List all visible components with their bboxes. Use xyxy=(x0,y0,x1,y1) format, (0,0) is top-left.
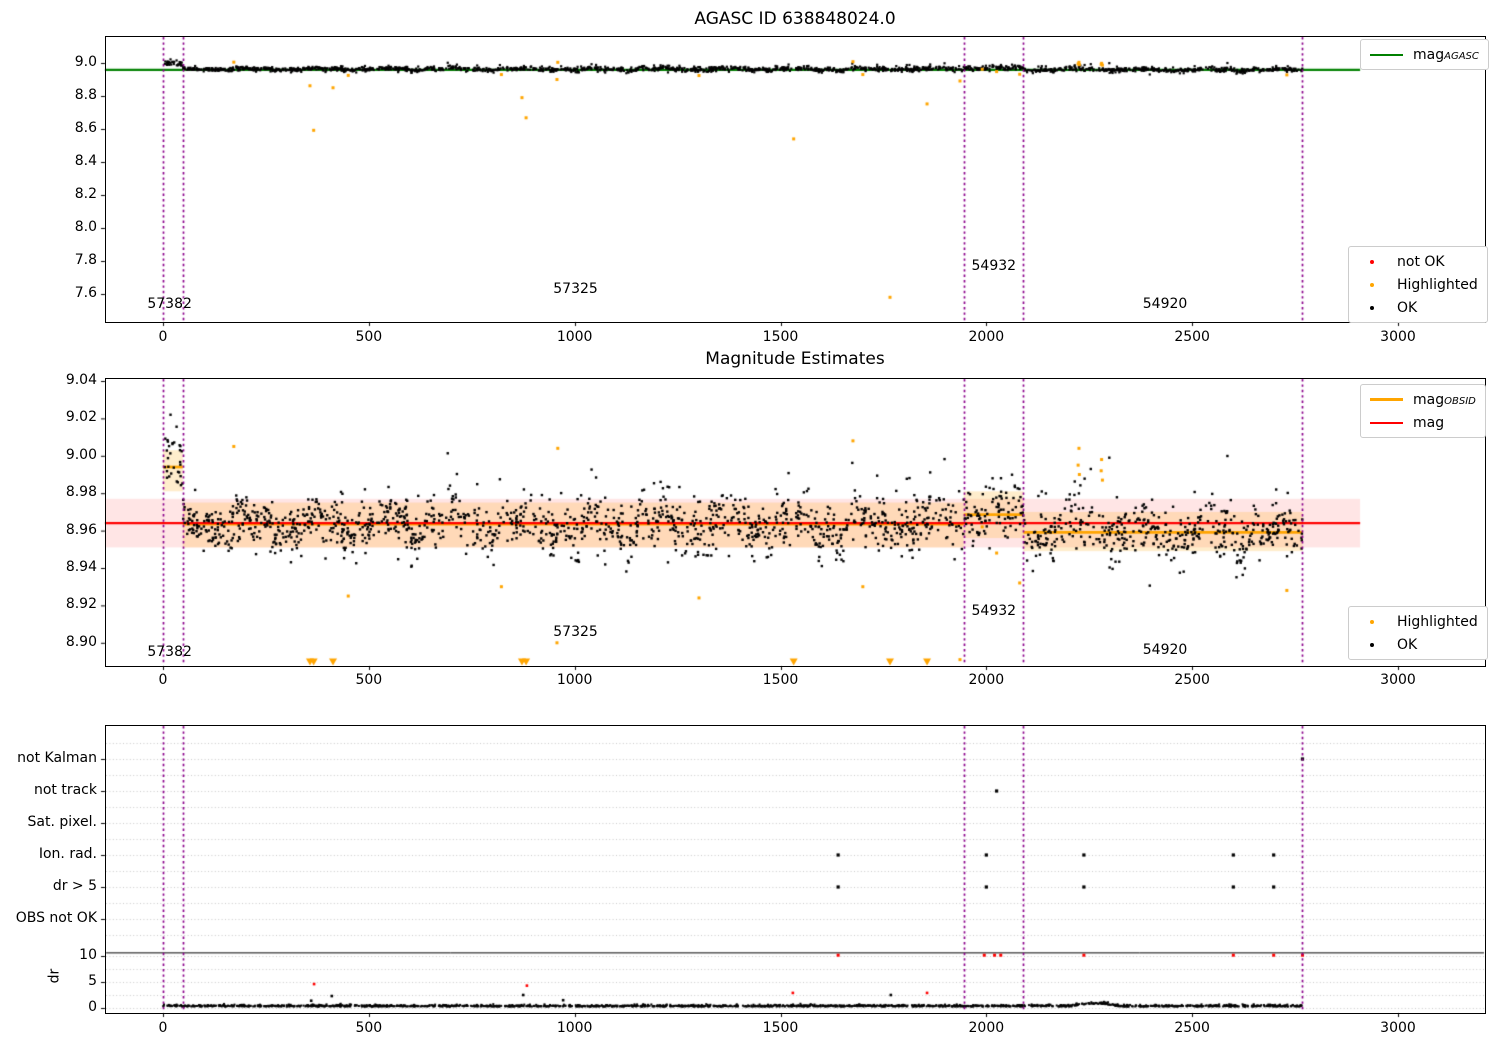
x-tick-label: 3000 xyxy=(1380,672,1416,688)
obsid-annotation: 57325 xyxy=(553,281,598,298)
x-tick-label: 2000 xyxy=(968,329,1005,345)
y-tick-label: 8.92 xyxy=(65,596,97,613)
ok-marker xyxy=(1370,305,1374,310)
y-tick-label: 9.04 xyxy=(65,372,97,388)
x-tick-label: 500 xyxy=(355,329,383,345)
y-tick-label: 9.02 xyxy=(65,409,97,426)
dr-tick-label: 5 xyxy=(88,973,97,989)
legend-label: mag xyxy=(1413,414,1445,431)
legend-plot2-markers: Highlighted OK xyxy=(1348,606,1488,660)
x-tick-label: 2500 xyxy=(1174,1020,1210,1036)
category-label: dr > 5 xyxy=(52,878,97,894)
mag-obsid-line-sample xyxy=(1370,398,1403,401)
legend-label: magOBSID xyxy=(1413,391,1476,408)
legend-plot1-markers: not OK Highlighted OK xyxy=(1348,246,1488,323)
obsid-annotation: 54920 xyxy=(1142,296,1188,313)
legend-row: not OK xyxy=(1358,250,1478,273)
x-tick-label: 0 xyxy=(158,672,168,688)
category-label: Sat. pixel. xyxy=(27,814,97,830)
y-tick-label: 7.8 xyxy=(74,252,97,268)
y-tick-label: 8.8 xyxy=(74,87,97,103)
mag-agasc-line-sample xyxy=(1370,53,1403,56)
legend-row: mag xyxy=(1370,411,1476,434)
x-tick-label: 500 xyxy=(355,672,383,688)
x-tick-label: 1000 xyxy=(556,1020,593,1036)
y-tick-label: 8.6 xyxy=(74,120,97,136)
legend-row: Highlighted xyxy=(1358,610,1478,633)
highlighted-marker xyxy=(1370,619,1374,624)
legend-label: magAGASC xyxy=(1413,46,1479,63)
category-label: not Kalman xyxy=(17,750,97,766)
obsid-annotation: 54932 xyxy=(971,258,1017,275)
x-tick-label: 3000 xyxy=(1380,1020,1416,1036)
highlighted-marker xyxy=(1370,282,1374,287)
legend-mag-agasc: magAGASC xyxy=(1360,39,1489,70)
x-tick-label: 2500 xyxy=(1174,672,1210,688)
dr-tick-label: 10 xyxy=(79,947,97,963)
x-tick-label: 1000 xyxy=(556,329,593,345)
x-tick-label: 0 xyxy=(158,329,168,345)
obsid-annotation: 57382 xyxy=(147,296,192,313)
ok-marker xyxy=(1370,642,1374,647)
category-label: OBS not OK xyxy=(15,910,97,926)
legend-row: magAGASC xyxy=(1370,43,1479,66)
x-tick-label: 1500 xyxy=(762,329,799,345)
x-tick-label: 0 xyxy=(158,1020,168,1036)
x-tick-label: 500 xyxy=(355,1020,383,1036)
legend-mag-lines: magOBSID mag xyxy=(1360,384,1486,438)
y-tick-label: 9.00 xyxy=(65,446,97,463)
figure: AGASC ID 638848024.0 Magnitude Estimates… xyxy=(0,0,1500,1050)
y-tick-label: 8.0 xyxy=(74,219,97,235)
y-tick-label: 7.6 xyxy=(74,285,97,301)
obsid-annotation: 54932 xyxy=(971,602,1017,619)
legend-row: OK xyxy=(1358,296,1478,319)
y-tick-label: 8.90 xyxy=(65,633,97,650)
y-tick-label: 8.2 xyxy=(74,186,97,202)
plot2-title: Magnitude Estimates xyxy=(705,349,885,369)
y-tick-label: 8.4 xyxy=(74,153,97,169)
legend-row: Highlighted xyxy=(1358,273,1478,296)
obsid-annotation: 57325 xyxy=(553,624,598,641)
x-tick-label: 2500 xyxy=(1174,329,1210,345)
category-label: Ion. rad. xyxy=(38,846,97,862)
legend-row: magOBSID xyxy=(1370,388,1476,411)
x-tick-label: 1500 xyxy=(762,672,799,688)
y-tick-label: 9.0 xyxy=(74,54,97,70)
y-tick-label: 8.96 xyxy=(65,521,97,538)
chart-canvas xyxy=(0,0,1500,1050)
legend-row: OK xyxy=(1358,633,1478,656)
x-tick-label: 3000 xyxy=(1380,329,1416,345)
plot1-title: AGASC ID 638848024.0 xyxy=(694,9,896,29)
obsid-annotation: 54920 xyxy=(1142,642,1188,659)
x-tick-label: 1500 xyxy=(762,1020,799,1036)
y-tick-label: 8.98 xyxy=(65,484,97,501)
x-tick-label: 1000 xyxy=(556,672,593,688)
dr-tick-label: 0 xyxy=(88,999,97,1015)
y-tick-label: 8.94 xyxy=(65,559,97,575)
category-label: not track xyxy=(33,782,97,798)
x-tick-label: 2000 xyxy=(968,672,1005,688)
not-ok-marker xyxy=(1370,259,1374,264)
mag-line-sample xyxy=(1370,421,1403,424)
x-tick-label: 2000 xyxy=(968,1020,1005,1036)
obsid-annotation: 57382 xyxy=(147,643,192,660)
